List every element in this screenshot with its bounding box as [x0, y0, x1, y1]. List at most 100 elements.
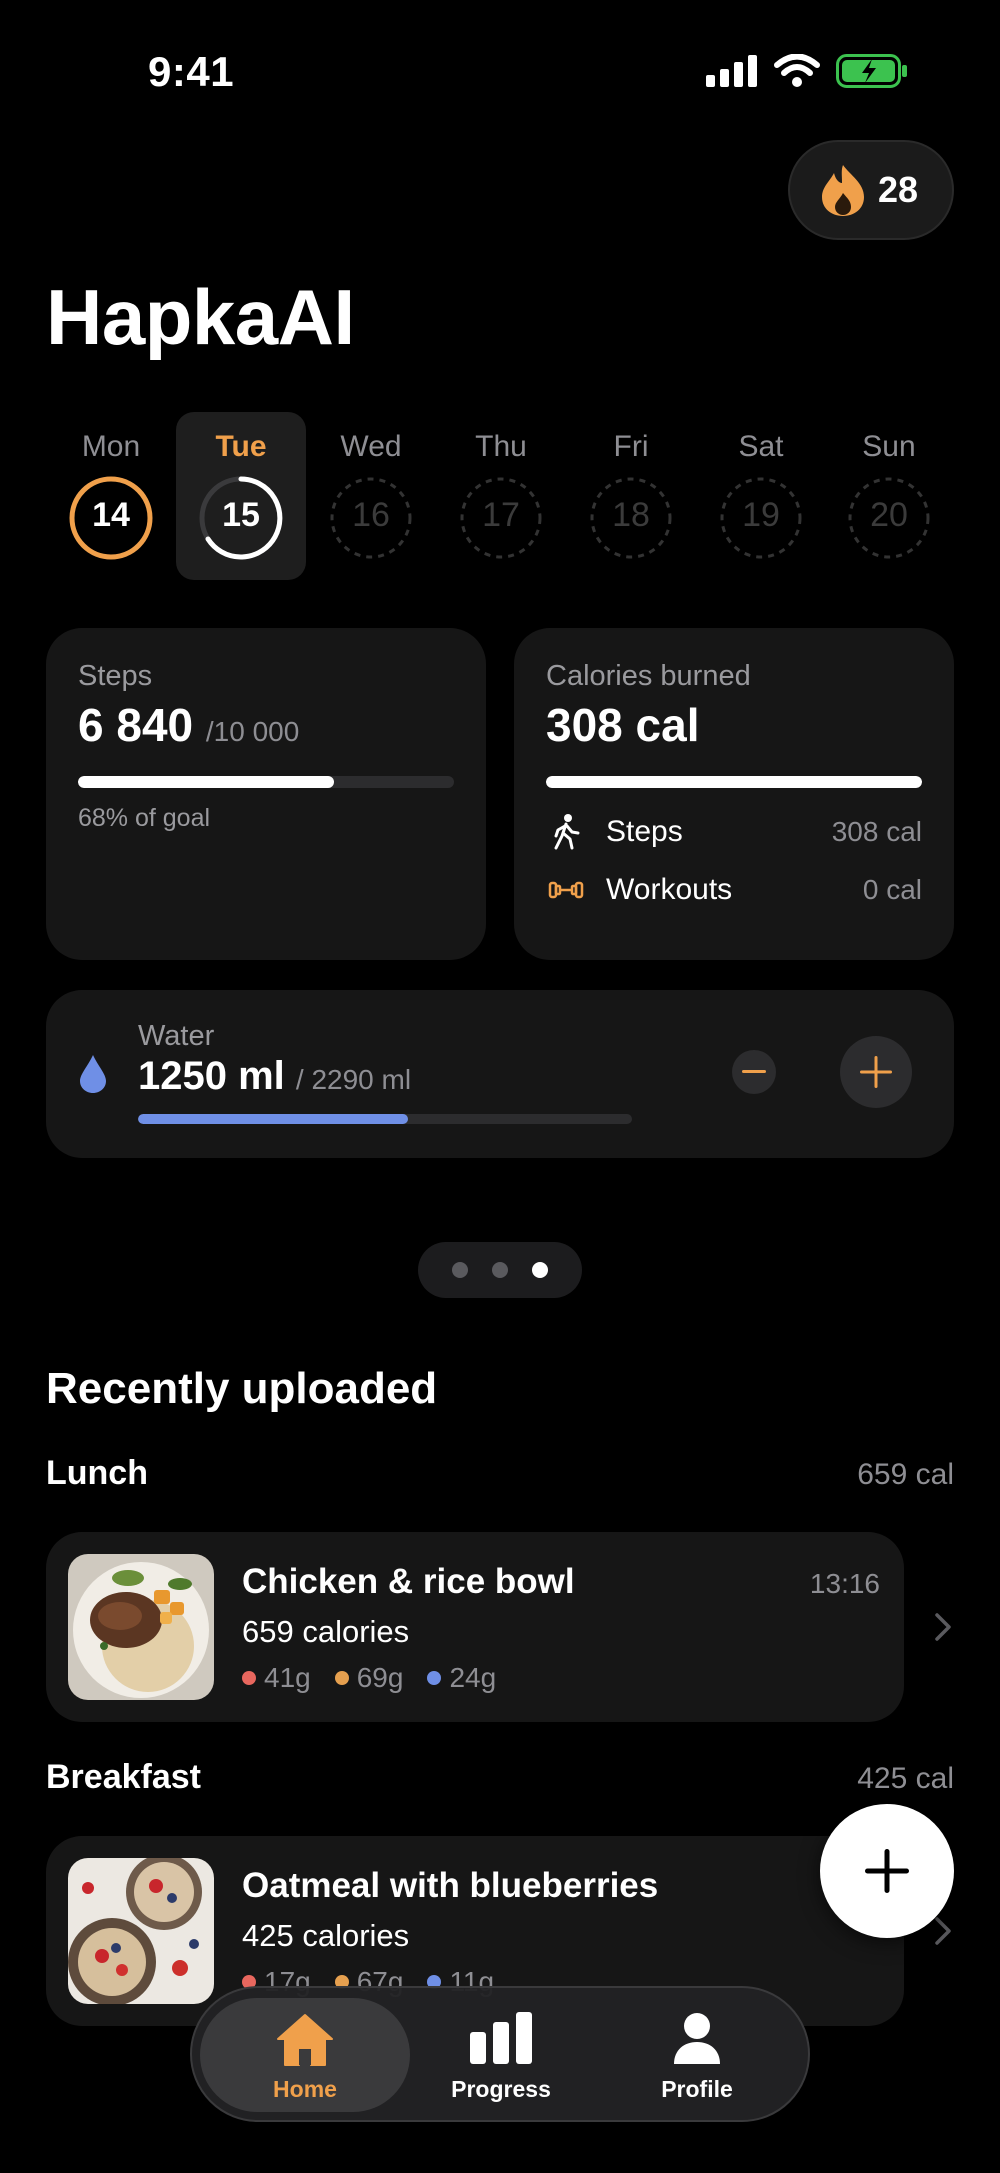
calories-label: Calories burned — [546, 660, 751, 692]
page-indicator[interactable] — [418, 1242, 582, 1298]
day-name: Wed — [340, 430, 402, 463]
chevron-right-icon[interactable] — [934, 1612, 952, 1642]
steps-goal: /10 000 — [205, 716, 300, 747]
calories-card[interactable]: Calories burned 308 cal Steps 308 cal Wo… — [514, 628, 954, 960]
day-name: Fri — [613, 430, 649, 463]
meal-name: Chicken & rice bowl — [242, 1562, 575, 1601]
calories-value: 308 cal — [546, 699, 700, 751]
calories-progress-fill — [546, 776, 922, 788]
streak-count: 28 — [878, 169, 919, 210]
meal-section-title: Breakfast — [46, 1758, 201, 1796]
macro-protein: 41g — [242, 1662, 311, 1694]
day-sat[interactable]: Sat 19 — [696, 412, 826, 580]
dumbbell-icon — [546, 878, 586, 902]
page-dot[interactable] — [492, 1262, 508, 1278]
day-thu[interactable]: Thu 17 — [436, 412, 566, 580]
page-dot[interactable] — [452, 1262, 468, 1278]
tab-label: Home — [273, 2076, 337, 2102]
meal-time: 13:16 — [809, 1568, 880, 1599]
meal-section-title: Lunch — [46, 1454, 148, 1492]
steps-progress-bar — [78, 776, 454, 788]
day-wed[interactable]: Wed 16 — [306, 412, 436, 580]
status-time: 9:41 — [148, 48, 235, 95]
meal-calories: 659 calories — [242, 1614, 410, 1649]
page-dot-active[interactable] — [532, 1262, 548, 1278]
day-number: 18 — [612, 496, 650, 534]
water-amount: 1250 ml — [138, 1054, 285, 1098]
steps-label: Steps — [78, 660, 153, 692]
day-name: Thu — [475, 430, 527, 463]
macro-carbs: 69g — [334, 1662, 404, 1694]
calories-progress-bar — [546, 776, 922, 788]
day-number: 15 — [222, 496, 260, 534]
water-increase-button[interactable] — [840, 1036, 912, 1108]
meal-photo — [68, 1858, 214, 2004]
meal-section-calories: 659 cal — [857, 1458, 954, 1491]
calories-row-label: Steps — [606, 815, 683, 848]
meal-section-header: Lunch 659 cal — [46, 1454, 954, 1493]
day-fri[interactable]: Fri 18 — [566, 412, 696, 580]
day-tue[interactable]: Tue 15 — [176, 412, 306, 580]
chevron-right-icon[interactable] — [934, 1916, 952, 1946]
plus-icon — [860, 1056, 892, 1088]
day-number: 19 — [742, 496, 780, 534]
add-meal-button[interactable] — [820, 1804, 954, 1938]
home-icon — [200, 2012, 410, 2068]
tab-label: Profile — [661, 2076, 733, 2102]
steps-progress-fill — [78, 776, 334, 788]
water-decrease-button[interactable] — [732, 1050, 776, 1094]
day-mon[interactable]: Mon 14 — [46, 412, 176, 580]
tab-profile[interactable]: Profile — [592, 1998, 802, 2112]
steps-card[interactable]: Steps 6 840 /10 000 68% of goal — [46, 628, 486, 960]
day-number: 17 — [482, 496, 520, 534]
day-name: Tue — [215, 430, 267, 463]
bar-chart-icon — [396, 2012, 606, 2068]
meal-section-calories: 425 cal — [857, 1762, 954, 1795]
meal-card[interactable]: Chicken & rice bowl 13:16 659 calories 4… — [46, 1532, 904, 1722]
day-sun[interactable]: Sun 20 — [824, 412, 954, 580]
carbs-dot-icon — [334, 1671, 349, 1685]
wifi-icon — [774, 54, 820, 87]
steps-value: 6 840 /10 000 — [78, 698, 299, 752]
steps-count: 6 840 — [78, 699, 194, 751]
person-icon — [592, 2012, 802, 2068]
steps-goal-text: 68% of goal — [78, 804, 211, 832]
status-icons — [706, 54, 908, 88]
macro-fat: 24g — [427, 1662, 496, 1694]
cellular-signal-icon — [706, 55, 757, 87]
plus-icon — [865, 1849, 909, 1893]
macro-value: 41g — [264, 1662, 311, 1693]
calories-row-steps: Steps 308 cal — [546, 812, 922, 852]
day-number: 16 — [352, 496, 390, 534]
walking-icon — [546, 814, 586, 850]
tab-bar: Home Progress Profile — [190, 1986, 810, 2122]
tab-home[interactable]: Home — [200, 1998, 410, 2112]
protein-dot-icon — [242, 1671, 256, 1685]
water-goal: / 2290 ml — [295, 1064, 412, 1095]
meal-macros: 41g 69g 24g — [242, 1662, 496, 1694]
water-progress-bar — [138, 1114, 632, 1124]
minus-icon — [742, 1070, 766, 1073]
day-name: Sun — [862, 430, 916, 463]
calories-row-value: 308 cal — [831, 816, 922, 847]
week-selector: Mon 14 Tue 15 Wed 16 Thu 17 Fri 18 Sat 1… — [46, 412, 954, 580]
meal-calories: 425 calories — [242, 1918, 410, 1953]
app-title: HapkaAI — [46, 273, 355, 361]
day-number: 14 — [92, 496, 130, 534]
fat-dot-icon — [427, 1671, 442, 1685]
flame-icon — [822, 165, 864, 216]
water-value: 1250 ml / 2290 ml — [138, 1054, 411, 1099]
macro-value: 24g — [449, 1662, 497, 1693]
streak-badge[interactable]: 28 — [788, 140, 954, 240]
meal-name: Oatmeal with blueberries — [242, 1866, 659, 1905]
tab-progress[interactable]: Progress — [396, 1998, 606, 2112]
water-label: Water — [138, 1020, 215, 1052]
recently-uploaded-title: Recently uploaded — [46, 1364, 438, 1413]
tab-label: Progress — [451, 2076, 551, 2102]
calories-row-label: Workouts — [606, 873, 733, 906]
meal-photo — [68, 1554, 214, 1700]
meal-section-header: Breakfast 425 cal — [46, 1758, 954, 1797]
calories-row-workouts: Workouts 0 cal — [546, 870, 922, 910]
day-name: Sat — [738, 430, 784, 463]
macro-value: 69g — [356, 1662, 404, 1693]
